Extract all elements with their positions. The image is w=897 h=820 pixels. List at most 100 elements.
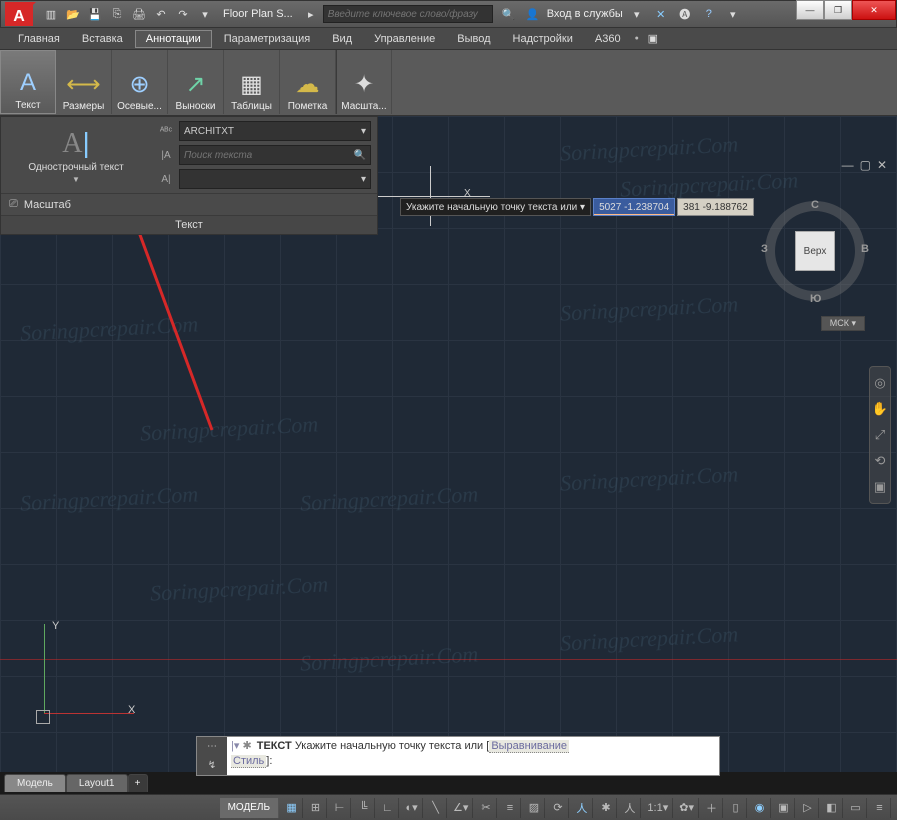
tab-annotate[interactable]: Аннотации — [135, 30, 212, 48]
workspace-switch-icon[interactable]: ✿▾ — [675, 798, 699, 818]
a360-icon[interactable]: 🅐 — [675, 4, 695, 24]
customize-statusbar-icon[interactable]: ≡ — [869, 798, 891, 818]
tab-model[interactable]: Модель — [4, 774, 66, 792]
customize-icon[interactable]: ⋯ — [207, 741, 217, 752]
annotation-visibility-icon[interactable]: ✱ — [595, 798, 617, 818]
option-align[interactable]: Выравнивание — [489, 740, 569, 753]
tab-insert[interactable]: Вставка — [72, 31, 133, 47]
single-line-text-icon[interactable]: A| — [62, 127, 90, 160]
tab-layout1[interactable]: Layout1 — [66, 774, 128, 792]
zoom-extents-icon[interactable]: ⤢ — [875, 427, 885, 443]
help-dropdown-icon[interactable]: ▾ — [723, 4, 743, 24]
dynamic-input-icon[interactable]: ╚ — [353, 798, 375, 818]
transparency-icon[interactable]: ▨ — [523, 798, 545, 818]
autoscale-icon[interactable]: 人 — [619, 798, 641, 818]
selection-cycling-icon[interactable]: ⟳ — [547, 798, 569, 818]
3dosnap-icon[interactable]: ✂ — [475, 798, 497, 818]
help-icon[interactable]: ? — [699, 4, 719, 24]
infocenter-icon[interactable]: 🔍 — [499, 4, 519, 24]
scale-label[interactable]: Масштаб — [24, 199, 71, 211]
leaders-button[interactable]: ↗ Выноски — [168, 50, 224, 114]
quickprops-icon[interactable]: ◉ — [749, 798, 771, 818]
dropdown-icon[interactable]: ▼ — [72, 175, 80, 184]
help-search-input[interactable] — [323, 5, 493, 23]
ribbon-minimize-icon[interactable]: ▣ — [643, 29, 663, 49]
tab-addins[interactable]: Надстройки — [503, 31, 583, 47]
showmotion-icon[interactable]: ▣ — [874, 479, 886, 495]
dropdown-icon[interactable]: ▾ — [580, 202, 585, 213]
text-button[interactable]: A Текст — [0, 50, 56, 114]
exchange-icon[interactable]: ✕ — [651, 4, 671, 24]
pan-icon[interactable]: ✋ — [872, 401, 888, 417]
nav-wheel-icon[interactable]: ◎ — [874, 375, 885, 391]
qat-print-icon[interactable]: 🖨 — [129, 4, 149, 24]
isodraft-icon[interactable]: ╲ — [425, 798, 447, 818]
infer-toggle-icon[interactable]: ⊢ — [329, 798, 351, 818]
qat-saveas-icon[interactable]: ⎘ — [107, 4, 127, 24]
ortho-toggle-icon[interactable]: ∟ — [377, 798, 399, 818]
isolate-objects-icon[interactable]: ◧ — [821, 798, 843, 818]
minimize-button[interactable]: — — [796, 0, 824, 20]
text-style-dropdown[interactable]: ARCHITXT▾ — [179, 121, 371, 141]
text-search-input[interactable]: 🔍 — [179, 145, 371, 165]
viewcube-west[interactable]: З — [761, 243, 768, 255]
close-button[interactable]: ✕ — [852, 0, 896, 20]
qat-dropdown-icon[interactable]: ▾ — [195, 4, 215, 24]
orbit-icon[interactable]: ⟲ — [875, 453, 886, 469]
qat-save-icon[interactable]: 💾 — [85, 4, 105, 24]
text-height-dropdown[interactable]: ▾ — [179, 169, 371, 189]
user-icon[interactable]: 👤 — [523, 4, 543, 24]
single-line-text-label[interactable]: Однострочный текст — [28, 162, 123, 173]
viewcube-east[interactable]: В — [861, 243, 869, 255]
scale-button[interactable]: ✦ Масшта... — [336, 50, 392, 114]
viewport-close-icon[interactable]: ✕ — [877, 158, 887, 172]
polar-toggle-icon[interactable]: ◐▾ — [401, 798, 423, 818]
command-line[interactable]: ⋯ ↯ |▾ ✱ ТЕКСТ Укажите начальную точку т… — [196, 736, 720, 776]
tab-parametric[interactable]: Параметризация — [214, 31, 320, 47]
units-icon[interactable]: ▯ — [725, 798, 747, 818]
tab-manage[interactable]: Управление — [364, 31, 445, 47]
wcs-selector[interactable]: МСК ▾ — [821, 316, 865, 331]
viewcube[interactable]: Верх С Ю В З — [765, 201, 865, 301]
dynamic-coord-input[interactable]: 5027 -1.238704 — [593, 198, 675, 216]
qat-new-icon[interactable]: ▥ — [41, 4, 61, 24]
viewcube-south[interactable]: Ю — [810, 293, 821, 305]
snap-toggle-icon[interactable]: ⊞ — [305, 798, 327, 818]
tab-home[interactable]: Главная — [8, 31, 70, 47]
tab-view[interactable]: Вид — [322, 31, 362, 47]
title-arrow-icon[interactable]: ▸ — [301, 4, 321, 24]
command-text[interactable]: |▾ ✱ ТЕКСТ Укажите начальную точку текст… — [227, 737, 573, 772]
tab-add-button[interactable]: + — [128, 774, 148, 792]
dimensions-button[interactable]: ⟷ Размеры — [56, 50, 112, 114]
qat-open-icon[interactable]: 📂 — [63, 4, 83, 24]
command-line-handle[interactable]: ⋯ ↯ — [197, 737, 227, 775]
tab-a360[interactable]: A360 — [585, 31, 631, 47]
viewport-min-icon[interactable]: — — [842, 158, 854, 172]
app-logo[interactable]: A — [5, 2, 33, 26]
osnap-toggle-icon[interactable]: ∠▾ — [449, 798, 473, 818]
scale-icon[interactable]: ⎚ — [9, 198, 18, 211]
annotation-monitor-icon[interactable]: ＋ — [701, 798, 723, 818]
hardware-accel-icon[interactable]: ▷ — [797, 798, 819, 818]
lineweight-icon[interactable]: ≡ — [499, 798, 521, 818]
dropdown-icon[interactable]: ▾ — [627, 4, 647, 24]
annoscale-icon[interactable]: 人 — [571, 798, 593, 818]
viewcube-face-top[interactable]: Верх — [795, 231, 835, 271]
grid-toggle-icon[interactable]: ▦ — [281, 798, 303, 818]
maximize-button[interactable]: ❐ — [824, 0, 852, 20]
qat-redo-icon[interactable]: ↷ — [173, 4, 193, 24]
recent-commands-icon[interactable]: ↯ — [208, 760, 216, 771]
viewport-max-icon[interactable]: ▢ — [860, 158, 871, 172]
centerlines-button[interactable]: ⊕ Осевые... — [112, 50, 168, 114]
scale-list[interactable]: 1:1▾ — [643, 798, 673, 818]
tab-output[interactable]: Вывод — [447, 31, 500, 47]
search-icon[interactable]: 🔍 — [354, 150, 366, 161]
qat-undo-icon[interactable]: ↶ — [151, 4, 171, 24]
viewcube-north[interactable]: С — [811, 199, 819, 211]
option-style[interactable]: Стиль — [231, 755, 266, 768]
markup-button[interactable]: ☁ Пометка — [280, 50, 336, 114]
modelspace-button[interactable]: МОДЕЛЬ — [220, 798, 279, 818]
clean-screen-icon[interactable]: ▭ — [845, 798, 867, 818]
login-label[interactable]: Вход в службы — [547, 8, 623, 20]
lock-ui-icon[interactable]: ▣ — [773, 798, 795, 818]
